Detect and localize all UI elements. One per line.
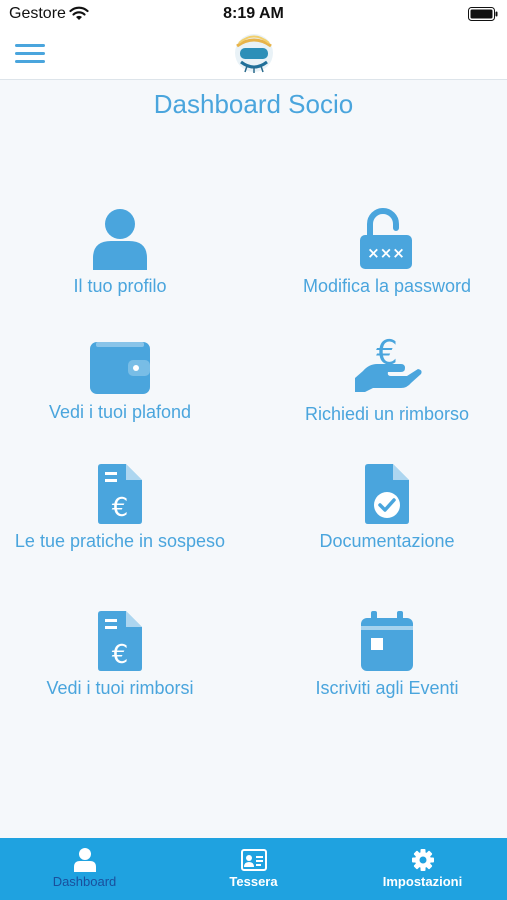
tile-plafond[interactable]: Vedi i tuoi plafond [5,338,235,423]
tile-label: Le tue pratiche in sospeso [14,531,226,551]
menu-line [15,52,45,55]
document-euro-icon: € [98,611,142,671]
app-header [0,30,507,80]
status-bar: Gestore 8:19 AM [0,0,507,30]
svg-text:€: € [112,640,129,670]
tab-label: Impostazioni [382,874,463,889]
tile-change-password[interactable]: ××× Modifica la password [272,208,502,297]
gear-icon [412,849,434,871]
tile-profile[interactable]: Il tuo profilo [5,208,235,297]
risalita-logo [235,34,273,73]
document-euro-icon: € [98,464,142,524]
menu-line [15,60,45,63]
battery-icon [468,7,498,21]
tile-label: Richiedi un rimborso [304,404,470,424]
tile-refunds[interactable]: € Vedi i tuoi rimborsi [5,610,235,699]
tile-request-refund[interactable]: € Richiedi un rimborso [272,334,502,425]
hand-euro-icon: € [355,334,422,392]
svg-text:×××: ××× [367,244,405,262]
bottom-tab-bar: Dashboard Tessera Impostazioni [0,838,507,900]
tile-label: Documentazione [319,531,455,551]
tile-label: Il tuo profilo [73,276,167,296]
tile-label: Vedi i tuoi plafond [48,402,192,422]
hamburger-menu-button[interactable] [15,42,47,66]
tab-tessera[interactable]: Tessera [169,838,338,900]
page-title: Dashboard Socio [153,89,354,119]
tab-label: Dashboard [52,874,117,889]
calendar-icon [361,611,413,671]
user-icon [74,848,96,872]
user-icon [93,209,147,270]
tile-label: Iscriviti agli Eventi [315,678,459,698]
tab-label: Tessera [229,874,278,889]
tab-dashboard[interactable]: Dashboard [0,838,169,900]
tile-documentation[interactable]: Documentazione [272,463,502,552]
menu-line [15,44,45,47]
tile-label: Modifica la password [302,276,472,296]
document-check-icon [365,464,409,524]
status-time: 8:19 AM [223,5,284,22]
wallet-icon [90,342,150,394]
tab-impostazioni[interactable]: Impostazioni [338,838,507,900]
lock-open-password-icon: ××× [360,208,412,269]
tile-events[interactable]: Iscriviti agli Eventi [272,610,502,699]
svg-text:€: € [112,493,129,523]
tile-label: Vedi i tuoi rimborsi [46,678,194,698]
id-card-icon [241,849,267,871]
tile-pending-practices[interactable]: € Le tue pratiche in sospeso [5,463,235,552]
